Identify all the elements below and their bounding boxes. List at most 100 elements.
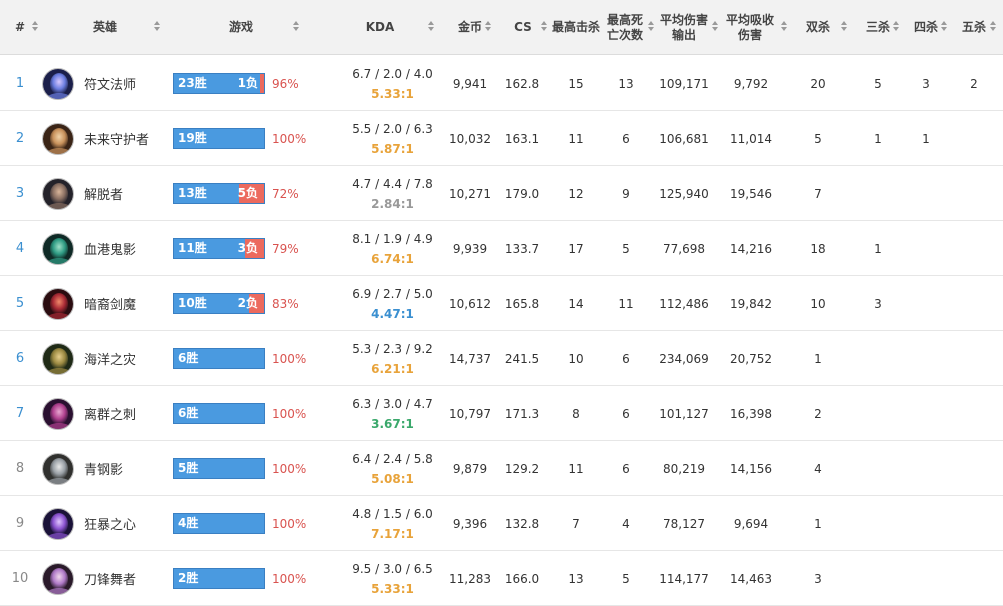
losses-label: 2负 [237, 296, 258, 310]
sort-avg-damage-icon[interactable] [712, 21, 718, 33]
heart-of-tempest-avatar[interactable] [42, 508, 74, 540]
sort-penta-icon[interactable] [990, 21, 996, 33]
table-row[interactable]: 6 海洋之灾 6胜 100% 5.3 / 2.3 / 9.2 6.21:1 14,737 24… [0, 331, 1003, 386]
col-header-max-kills[interactable]: 最高击杀 [550, 0, 602, 55]
wins-label: 11胜 [178, 241, 207, 255]
cell-cs: 129.2 [504, 461, 540, 476]
col-header-max-deaths[interactable]: 最高死 亡次数 [602, 0, 648, 55]
col-header-cs[interactable]: CS [508, 0, 538, 55]
win-loss-bar: 23胜 1负 [173, 73, 265, 94]
rank-number: 2 [15, 131, 25, 146]
kda-ratio: 6.21:1 [371, 362, 414, 376]
table-row[interactable]: 4 血港鬼影 11胜 3负 79% 8.1 / 1.9 / 4.9 6.74:1 9,939 1… [0, 221, 1003, 276]
rank-number: 3 [15, 186, 25, 201]
sort-kda-icon[interactable] [428, 21, 434, 33]
kda-values: 6.9 / 2.7 / 5.0 [352, 287, 433, 301]
cell-max-kills: 11 [568, 131, 584, 146]
win-loss-bar: 4胜 [173, 513, 265, 534]
sort-quadra-icon[interactable] [941, 21, 947, 33]
col-header-avg-taken[interactable]: 平均吸收 伤害 [722, 0, 778, 55]
sort-cs-icon[interactable] [541, 21, 547, 33]
sort-triple-icon[interactable] [893, 21, 899, 33]
hero-name[interactable]: 离群之刺 [84, 386, 136, 441]
table-row[interactable]: 10 刀锋舞者 2胜 100% 9.5 / 3.0 / 6.5 5.33:1 11,283 1… [0, 551, 1003, 606]
cell-double: 5 [814, 131, 822, 146]
cell-taken: 19,546 [730, 186, 772, 201]
hero-name[interactable]: 刀锋舞者 [84, 551, 136, 606]
table-row[interactable]: 9 狂暴之心 4胜 100% 4.8 / 1.5 / 6.0 7.17:1 9,396 132… [0, 496, 1003, 551]
cell-quadra [906, 496, 946, 551]
cell-max-deaths: 11 [618, 296, 634, 311]
sort-games-icon[interactable] [293, 21, 299, 33]
outcast-thorn-avatar[interactable] [42, 398, 74, 430]
hero-name[interactable]: 青钢影 [84, 441, 123, 496]
rank-number: 9 [15, 516, 25, 531]
table-row[interactable]: 7 离群之刺 6胜 100% 6.3 / 3.0 / 4.7 3.67:1 10,797 17… [0, 386, 1003, 441]
kda-cell: 8.1 / 1.9 / 4.9 6.74:1 [340, 229, 445, 269]
wins-label: 6胜 [178, 351, 199, 365]
darkin-blade-avatar[interactable] [42, 288, 74, 320]
steel-shadow-avatar[interactable] [42, 453, 74, 485]
hero-name[interactable]: 未来守护者 [84, 111, 149, 166]
rune-mage-avatar[interactable] [42, 68, 74, 100]
kda-ratio: 2.84:1 [371, 197, 414, 211]
table-header: # 英雄 游戏 KDA 金币 CS 最高击杀 最高死 亡次数 平均伤害 输出 平… [0, 0, 1003, 55]
col-header-games[interactable]: 游戏 [216, 0, 266, 55]
col-header-gold[interactable]: 金币 [452, 0, 488, 55]
cell-max-deaths: 6 [622, 461, 630, 476]
kda-cell: 6.9 / 2.7 / 5.0 4.47:1 [340, 284, 445, 324]
hero-name[interactable]: 血港鬼影 [84, 221, 136, 276]
cell-max-kills: 12 [568, 186, 584, 201]
losses-label: 1负 [237, 76, 258, 90]
sort-avg-taken-icon[interactable] [781, 21, 787, 33]
col-header-penta-label: 五杀 [961, 20, 986, 34]
cell-max-deaths: 9 [622, 186, 630, 201]
col-header-penta[interactable]: 五杀 [956, 0, 992, 55]
col-header-rank-label: # [14, 20, 26, 34]
hero-name[interactable]: 解脱者 [84, 166, 123, 221]
cell-taken: 20,752 [730, 351, 772, 366]
col-header-triple[interactable]: 三杀 [860, 0, 896, 55]
hero-name[interactable]: 海洋之灾 [84, 331, 136, 386]
cell-penta [954, 221, 994, 276]
col-header-rank[interactable]: # [10, 0, 30, 55]
sort-gold-icon[interactable] [485, 21, 491, 33]
win-rate: 100% [272, 406, 307, 421]
cell-penta [954, 331, 994, 386]
cell-double: 1 [814, 351, 822, 366]
sort-double-icon[interactable] [841, 21, 847, 33]
cell-max-deaths: 5 [622, 241, 630, 256]
sort-hero-icon[interactable] [154, 21, 160, 33]
col-header-double[interactable]: 双杀 [800, 0, 836, 55]
sort-rank-icon[interactable] [32, 21, 38, 33]
table-row[interactable]: 8 青钢影 5胜 100% 6.4 / 2.4 / 5.8 5.08:1 9,879 129.… [0, 441, 1003, 496]
cell-dmg: 78,127 [663, 516, 705, 531]
col-header-hero[interactable]: 英雄 [80, 0, 130, 55]
col-header-gold-label: 金币 [457, 20, 482, 34]
win-rate: 79% [272, 241, 299, 256]
blade-dancer-avatar[interactable] [42, 563, 74, 595]
cell-penta: 2 [970, 76, 978, 91]
cell-cs: 162.8 [504, 76, 540, 91]
cell-double: 10 [810, 296, 826, 311]
cell-quadra [906, 331, 946, 386]
table-row[interactable]: 2 未来守护者 19胜 100% 5.5 / 2.0 / 6.3 5.87:1 10,032… [0, 111, 1003, 166]
cell-taken: 9,694 [733, 516, 769, 531]
table-row[interactable]: 1 符文法师 23胜 1负 96% 6.7 / 2.0 / 4.0 5.33:1 9,941 1… [0, 56, 1003, 111]
hero-name[interactable]: 符文法师 [84, 56, 136, 111]
sort-max-deaths-icon[interactable] [648, 21, 654, 33]
win-loss-bar: 6胜 [173, 348, 265, 369]
hero-name[interactable]: 狂暴之心 [84, 496, 136, 551]
col-header-quadra[interactable]: 四杀 [908, 0, 944, 55]
future-guardian-avatar[interactable] [42, 123, 74, 155]
kda-values: 9.5 / 3.0 / 6.5 [352, 562, 433, 576]
col-header-kda[interactable]: KDA [355, 0, 405, 55]
col-header-avg-damage[interactable]: 平均伤害 输出 [656, 0, 712, 55]
bloodharbor-ghost-avatar[interactable] [42, 233, 74, 265]
saltwater-scourge-avatar[interactable] [42, 343, 74, 375]
wins-label: 13胜 [178, 186, 207, 200]
table-row[interactable]: 5 暗裔剑魔 10胜 2负 83% 6.9 / 2.7 / 5.0 4.47:1 10,612… [0, 276, 1003, 331]
liberator-avatar[interactable] [42, 178, 74, 210]
table-row[interactable]: 3 解脱者 13胜 5负 72% 4.7 / 4.4 / 7.8 2.84:1 10,271 1… [0, 166, 1003, 221]
hero-name[interactable]: 暗裔剑魔 [84, 276, 136, 331]
